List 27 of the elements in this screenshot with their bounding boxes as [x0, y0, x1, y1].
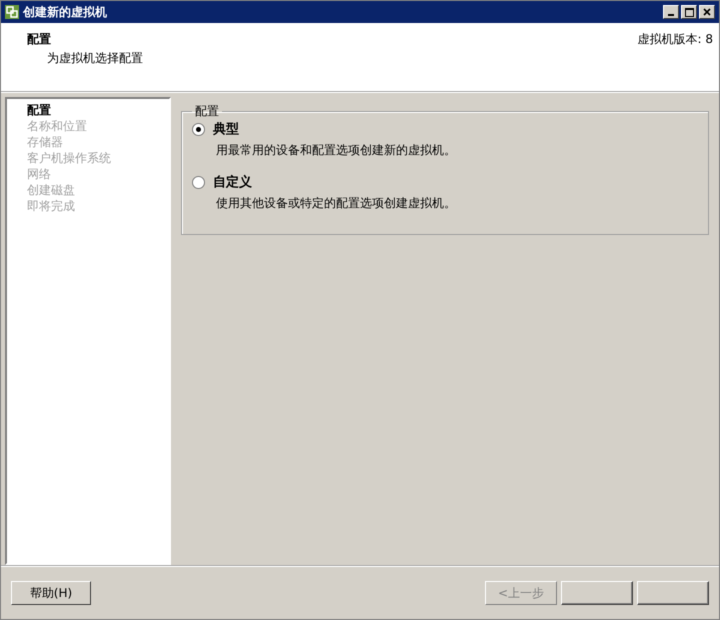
group-title: 配置: [194, 103, 220, 120]
wizard-button[interactable]: [637, 581, 709, 605]
option-label: 典型: [213, 121, 239, 138]
step-item[interactable]: 存储器: [27, 134, 169, 150]
option-description: 使用其他设备或特定的配置选项创建虚拟机。: [215, 195, 457, 212]
step-title: 配置: [27, 31, 52, 48]
maximize-button[interactable]: [681, 5, 697, 19]
step-item[interactable]: 即将完成: [27, 198, 169, 214]
minimize-button[interactable]: [663, 5, 679, 19]
radio-button[interactable]: [192, 122, 205, 136]
step-item[interactable]: 网络: [27, 166, 169, 182]
help-button[interactable]: 帮助(H): [11, 581, 91, 605]
option-label: 自定义: [213, 174, 252, 191]
step-item[interactable]: 创建磁盘: [27, 182, 169, 198]
close-icon: [703, 8, 711, 16]
wizard-button[interactable]: [561, 581, 633, 605]
maximize-icon: [684, 8, 694, 16]
step-item[interactable]: 配置: [27, 102, 169, 118]
close-button[interactable]: [699, 5, 715, 19]
step-item[interactable]: 客户机操作系统: [27, 150, 169, 166]
radio-button[interactable]: [192, 176, 205, 188]
option-description: 用最常用的设备和配置选项创建新的虚拟机。: [215, 142, 457, 159]
step-subtitle: 为虚拟机选择配置: [46, 50, 143, 67]
step-item[interactable]: 名称和位置: [27, 118, 169, 134]
app-icon: [5, 5, 19, 19]
window-title: 创建新的虚拟机: [23, 4, 107, 20]
version-label: 虚拟机版本: 8: [638, 31, 713, 48]
